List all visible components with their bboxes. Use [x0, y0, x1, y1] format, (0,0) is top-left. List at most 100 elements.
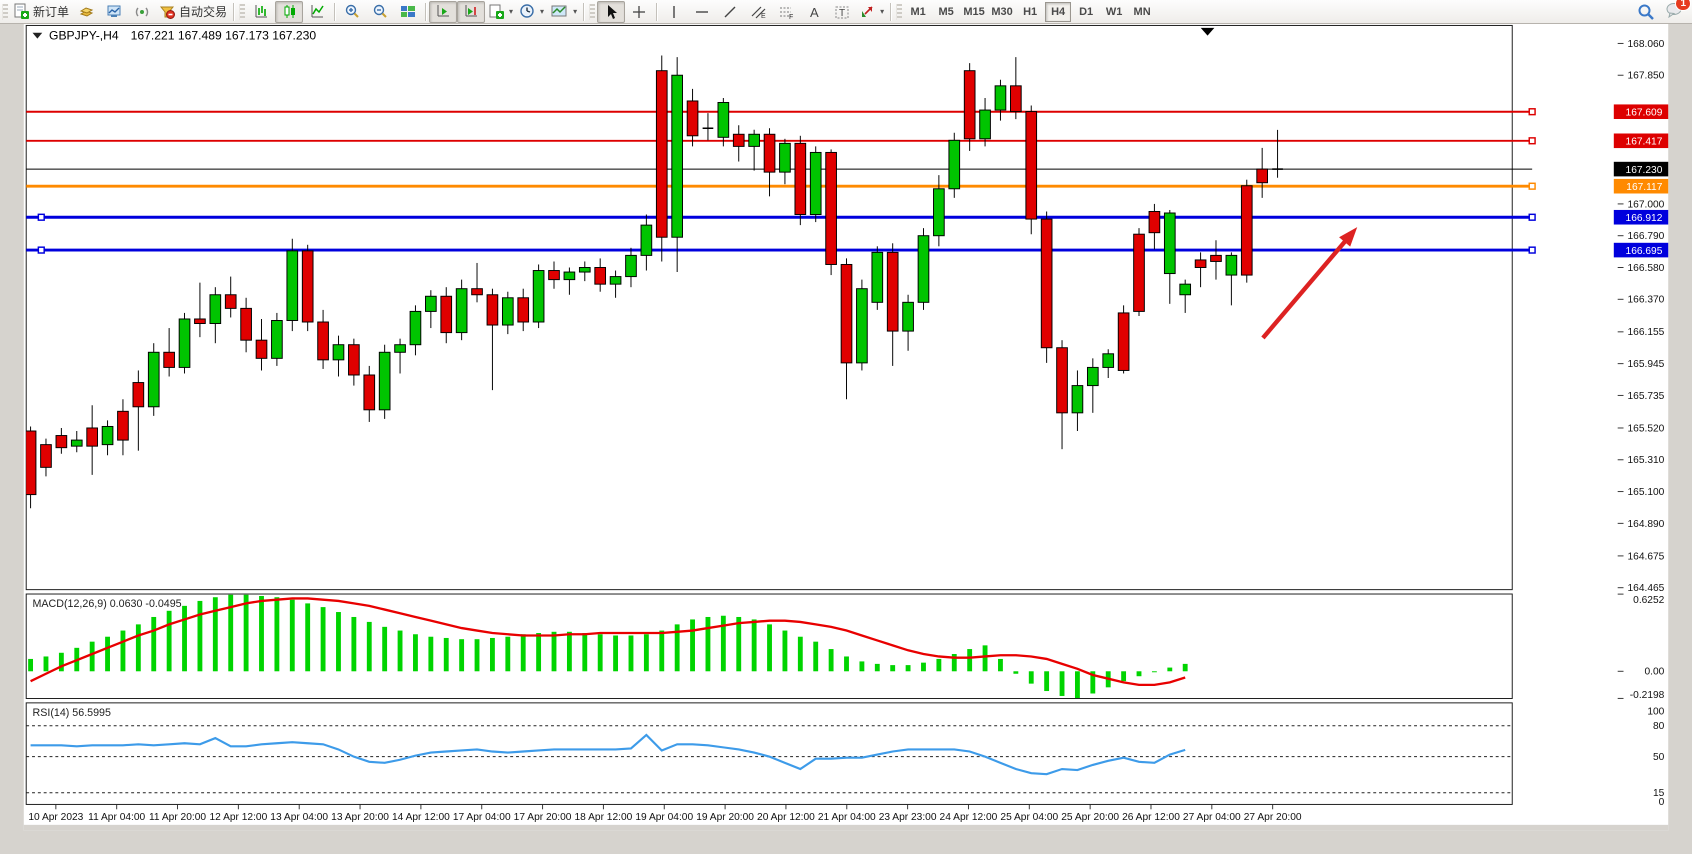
new-chart-icon: [488, 3, 505, 20]
chevron-down-icon: ▾: [573, 7, 577, 16]
svg-text:167.230: 167.230: [1626, 165, 1663, 176]
svg-text:18 Apr 12:00: 18 Apr 12:00: [575, 812, 633, 823]
search-icon[interactable]: [1637, 3, 1655, 21]
vline-button[interactable]: [660, 1, 688, 23]
hline-button[interactable]: [688, 1, 716, 23]
svg-text:21 Apr 04:00: 21 Apr 04:00: [818, 812, 876, 823]
autoscroll-button[interactable]: [429, 1, 457, 23]
channel-button[interactable]: E: [744, 1, 772, 23]
toolbar-grip[interactable]: [2, 4, 8, 20]
templates-button[interactable]: ▾: [547, 1, 580, 23]
svg-text:-0.2198: -0.2198: [1630, 690, 1665, 701]
window-bottom-edge: [24, 825, 1668, 831]
notifications-button[interactable]: 1: [1665, 1, 1684, 23]
toolbar-separator: [334, 3, 335, 21]
line-chart-button[interactable]: [303, 1, 331, 23]
toolbar-separator: [425, 3, 426, 21]
toolbar-separator: [656, 3, 657, 21]
svg-text:25 Apr 04:00: 25 Apr 04:00: [1000, 812, 1058, 823]
svg-text:50: 50: [1653, 752, 1665, 763]
timeframe-W1[interactable]: W1: [1101, 2, 1127, 22]
svg-text:F: F: [789, 14, 793, 20]
chart-shift-button[interactable]: [457, 1, 485, 23]
chart-canvas[interactable]: 167.609167.417167.230167.117166.912166.6…: [0, 24, 1692, 854]
chart-title-symbol: GBPJPY-,H4: [49, 29, 119, 43]
svg-text:164.675: 164.675: [1628, 551, 1665, 562]
svg-text:11 Apr 04:00: 11 Apr 04:00: [88, 812, 145, 823]
timeframe-D1[interactable]: D1: [1073, 2, 1099, 22]
fibonacci-button[interactable]: F: [772, 1, 800, 23]
svg-text:17 Apr 20:00: 17 Apr 20:00: [514, 812, 572, 823]
svg-text:10 Apr 2023: 10 Apr 2023: [28, 812, 83, 823]
chart-shift-icon: [463, 3, 480, 20]
zoom-out-button[interactable]: [366, 1, 394, 23]
shapes-button[interactable]: ▾: [856, 1, 887, 23]
vline-icon: [667, 4, 681, 20]
svg-text:E: E: [761, 13, 766, 20]
svg-text:167.850: 167.850: [1628, 71, 1665, 82]
timeframe-M30[interactable]: M30: [989, 2, 1015, 22]
chart-title-ohlc: 167.221 167.489 167.173 167.230: [131, 29, 317, 43]
svg-text:A: A: [810, 5, 819, 20]
label-icon: T: [834, 4, 851, 20]
svg-text:23 Apr 23:00: 23 Apr 23:00: [879, 812, 937, 823]
symbols-icon: [78, 3, 95, 20]
new-order-button[interactable]: 新订单: [10, 1, 72, 23]
chevron-down-icon: ▾: [509, 7, 513, 16]
svg-text:164.465: 164.465: [1628, 583, 1665, 594]
label-button[interactable]: T: [828, 1, 856, 23]
toolbar-separator: [583, 3, 584, 21]
text-button[interactable]: A: [800, 1, 828, 23]
zoom-in-button[interactable]: [338, 1, 366, 23]
toolbar-grip[interactable]: [896, 4, 902, 20]
timeframe-M1[interactable]: M1: [905, 2, 931, 22]
zoom-out-icon: [372, 3, 389, 20]
crosshair-icon: [631, 4, 647, 20]
toolbar-grip[interactable]: [589, 4, 595, 20]
svg-text:27 Apr 04:00: 27 Apr 04:00: [1183, 812, 1241, 823]
svg-text:165.520: 165.520: [1628, 423, 1665, 434]
toolbar-separator: [233, 3, 234, 21]
svg-text:0.00: 0.00: [1645, 667, 1665, 678]
periods-button[interactable]: ▾: [516, 1, 547, 23]
timeframe-H1[interactable]: H1: [1017, 2, 1043, 22]
svg-text:167.117: 167.117: [1626, 182, 1662, 193]
zoom-in-icon: [344, 3, 361, 20]
timeframe-H4[interactable]: H4: [1045, 2, 1071, 22]
periods-icon: [519, 3, 536, 20]
svg-text:166.695: 166.695: [1626, 246, 1663, 257]
svg-text:0.6252: 0.6252: [1633, 595, 1664, 606]
fibonacci-icon: F: [778, 4, 795, 20]
svg-text:167.417: 167.417: [1626, 137, 1663, 148]
market-watch-icon: [106, 3, 123, 20]
bars-chart-icon: [253, 3, 270, 20]
svg-text:164.890: 164.890: [1628, 519, 1665, 530]
market-watch-button[interactable]: [100, 1, 128, 23]
candles-chart-icon: [281, 3, 298, 20]
tile-windows-button[interactable]: [394, 1, 422, 23]
bars-chart-button[interactable]: [247, 1, 275, 23]
templates-icon: [550, 3, 569, 20]
symbols-button[interactable]: [72, 1, 100, 23]
timeframe-M15[interactable]: M15: [961, 2, 987, 22]
toolbar-grip[interactable]: [239, 4, 245, 20]
signal-button[interactable]: [128, 1, 156, 23]
svg-text:166.155: 166.155: [1628, 327, 1665, 338]
shapes-icon: [859, 4, 876, 20]
trendline-icon: [722, 4, 738, 20]
cursor-button[interactable]: [597, 1, 625, 23]
toolbar: 新订单 自动交易: [0, 0, 1692, 24]
timeframe-M5[interactable]: M5: [933, 2, 959, 22]
crosshair-button[interactable]: [625, 1, 653, 23]
trendline-button[interactable]: [716, 1, 744, 23]
autotrade-label: 自动交易: [179, 3, 227, 20]
timeframe-MN[interactable]: MN: [1129, 2, 1155, 22]
signal-icon: [134, 3, 151, 20]
svg-text:25 Apr 20:00: 25 Apr 20:00: [1061, 812, 1119, 823]
new-chart-button[interactable]: ▾: [485, 1, 516, 23]
autotrade-button[interactable]: 自动交易: [156, 1, 230, 23]
svg-text:12 Apr 12:00: 12 Apr 12:00: [209, 812, 267, 823]
toolbar-separator: [890, 3, 891, 21]
candles-chart-button[interactable]: [275, 1, 303, 23]
svg-text:165.735: 165.735: [1628, 391, 1665, 402]
